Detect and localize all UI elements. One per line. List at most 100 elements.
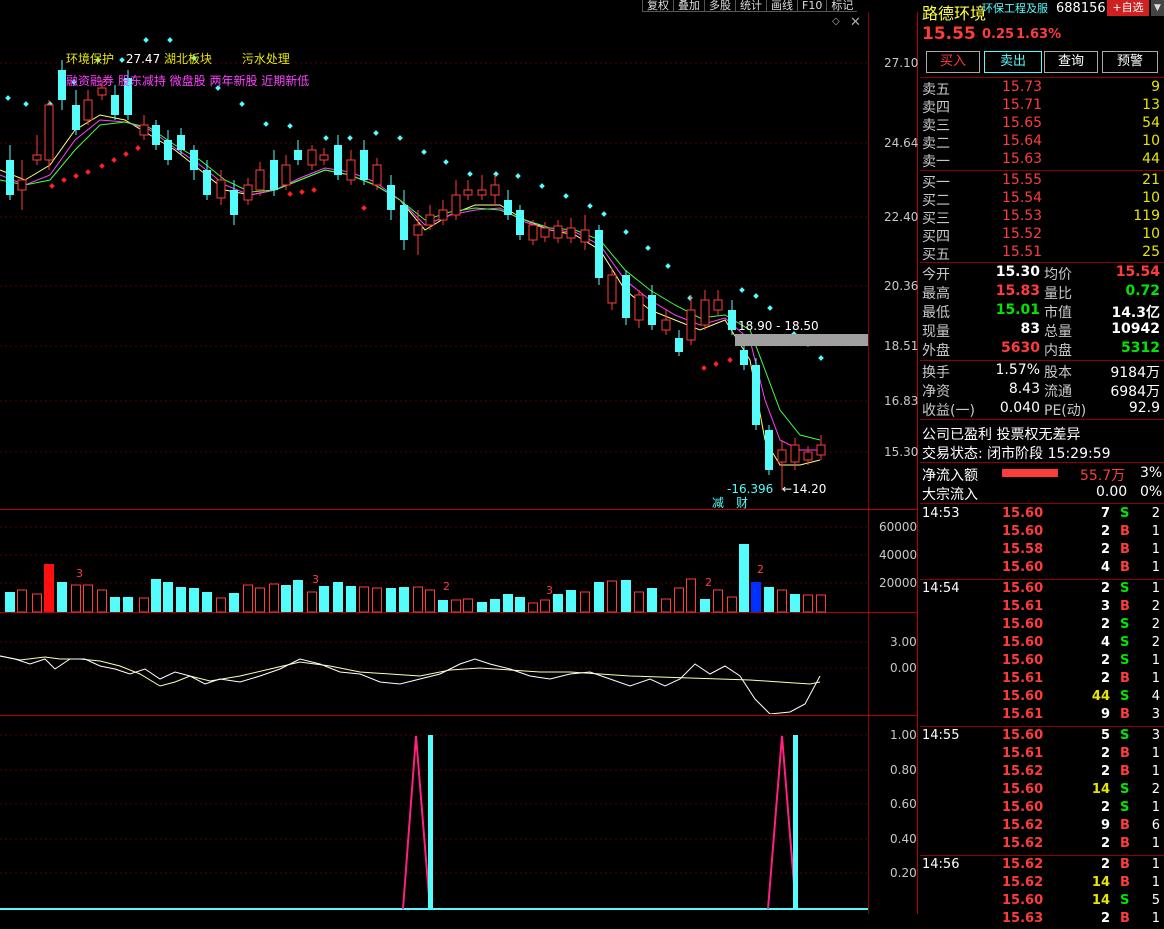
ask-label: 卖三 (922, 118, 950, 134)
trade-price: 15.60 (1002, 653, 1044, 668)
bid-row[interactable]: 买一 15.55 21 (920, 172, 1164, 191)
bid-row[interactable]: 买二 15.54 10 (920, 190, 1164, 209)
price-tick: 20.36 (884, 279, 919, 293)
trade-row: 14:53 15.60 7 S 2 (920, 506, 1164, 524)
osc-tick: 3.00 (890, 635, 917, 649)
trade-side: S (1120, 506, 1130, 521)
stat-value: 10942 (1111, 321, 1160, 337)
stat-value: 15.30 (995, 264, 1040, 280)
trade-side: B (1120, 746, 1130, 761)
trade-time: 14:55 (922, 728, 960, 743)
vol-number: 3 (546, 584, 553, 597)
bid-label: 买四 (922, 229, 950, 245)
trade-row: 15.60 44 S 4 (920, 689, 1164, 707)
trade-count: 1 (1151, 836, 1160, 851)
status-time: 15:29:59 (1047, 446, 1111, 462)
stock-code: 688156 (1056, 1, 1106, 16)
bid-volume: 10 (1142, 226, 1160, 242)
ask-volume: 9 (1151, 79, 1160, 95)
ask-row[interactable]: 卖四 15.71 13 (920, 97, 1164, 116)
ask-row[interactable]: 卖一 15.63 44 (920, 151, 1164, 170)
ask-row[interactable]: 卖二 15.64 10 (920, 133, 1164, 152)
sell-button[interactable]: 卖出 (984, 51, 1042, 73)
trade-side: S (1120, 689, 1130, 704)
add-watchlist-button[interactable]: +自选 (1107, 0, 1149, 16)
trade-side: S (1120, 581, 1130, 596)
trade-side: B (1120, 911, 1130, 926)
trade-count: 1 (1151, 581, 1160, 596)
trade-price: 15.61 (1002, 746, 1044, 761)
trade-price: 15.61 (1002, 707, 1044, 722)
bid-row[interactable]: 买三 15.53 119 (920, 208, 1164, 227)
stat-label: 最高 (922, 286, 950, 302)
trade-price: 15.63 (1002, 911, 1044, 926)
trade-volume: 7 (1100, 506, 1110, 521)
trade-volume: 2 (1100, 746, 1110, 761)
trade-price: 15.60 (1002, 893, 1044, 908)
trade-volume: 9 (1100, 707, 1110, 722)
stat-value: 15.01 (995, 302, 1040, 318)
stock-sector[interactable]: 环保工程及服 (982, 0, 1048, 16)
stat-value: 0.040 (999, 400, 1040, 416)
trade-count: 2 (1151, 635, 1160, 650)
trade-volume: 2 (1100, 617, 1110, 632)
ask-row[interactable]: 卖五 15.73 9 (920, 79, 1164, 98)
trade-row: 14:54 15.60 2 S 1 (920, 581, 1164, 599)
trade-count: 2 (1151, 782, 1160, 797)
trade-side: S (1120, 800, 1130, 815)
trade-side: B (1120, 524, 1130, 539)
trade-status: 交易状态: 闭市阶段 15:29:59 (922, 443, 1111, 463)
trade-side: B (1120, 671, 1130, 686)
query-button[interactable]: 查询 (1044, 51, 1098, 73)
trade-count: 1 (1151, 671, 1160, 686)
bid-volume: 10 (1142, 190, 1160, 206)
ask-row[interactable]: 卖三 15.65 54 (920, 115, 1164, 134)
trade-count: 4 (1151, 689, 1160, 704)
bid-volume: 25 (1142, 244, 1160, 260)
ask-volume: 13 (1142, 97, 1160, 113)
bid-price: 15.54 (1002, 190, 1043, 206)
trade-side: B (1120, 542, 1130, 557)
trade-side: S (1120, 635, 1130, 650)
trade-price: 15.60 (1002, 524, 1044, 539)
trade-count: 3 (1151, 707, 1160, 722)
trade-volume: 2 (1100, 911, 1110, 926)
trade-row: 15.60 4 B 1 (920, 560, 1164, 578)
vol-tick: 40000 (879, 548, 918, 562)
trade-row: 15.60 14 S 5 (920, 893, 1164, 911)
stat-label: 净资 (922, 384, 950, 400)
trade-volume: 4 (1100, 635, 1110, 650)
trade-volume: 2 (1100, 542, 1110, 557)
trade-price: 15.60 (1002, 728, 1044, 743)
ask-price: 15.65 (1002, 115, 1043, 131)
price-tick: 18.51 (884, 339, 919, 353)
ask-label: 卖五 (922, 82, 950, 98)
trade-side: S (1120, 782, 1130, 797)
trade-price: 15.62 (1002, 857, 1044, 872)
stat-value: 15.83 (995, 283, 1040, 299)
trade-row: 15.60 4 S 2 (920, 635, 1164, 653)
ind-tick: 0.60 (890, 797, 917, 811)
trade-count: 1 (1151, 653, 1160, 668)
ind-tick: 1.00 (890, 728, 917, 742)
stat-value: 8.43 (1008, 381, 1040, 397)
buy-button[interactable]: 买入 (926, 51, 980, 73)
trade-price: 15.62 (1002, 818, 1044, 833)
dropdown-icon[interactable]: ▼ (1151, 0, 1164, 16)
bid-row[interactable]: 买四 15.52 10 (920, 226, 1164, 245)
block-pct: 0% (1140, 484, 1163, 500)
alert-button[interactable]: 预警 (1102, 51, 1158, 73)
trade-side: B (1120, 836, 1130, 851)
trade-volume: 2 (1100, 836, 1110, 851)
bid-row[interactable]: 买五 15.51 25 (920, 244, 1164, 263)
trade-side: S (1120, 617, 1130, 632)
trade-volume: 2 (1100, 800, 1110, 815)
ask-label: 卖四 (922, 100, 950, 116)
trade-count: 1 (1151, 746, 1160, 761)
trade-row: 15.60 2 B 1 (920, 524, 1164, 542)
stat-label: 现量 (922, 324, 950, 340)
trade-time: 14:53 (922, 506, 960, 521)
trade-row: 15.60 2 S 1 (920, 800, 1164, 818)
trade-price: 15.60 (1002, 617, 1044, 632)
trade-row: 15.62 9 B 6 (920, 818, 1164, 836)
